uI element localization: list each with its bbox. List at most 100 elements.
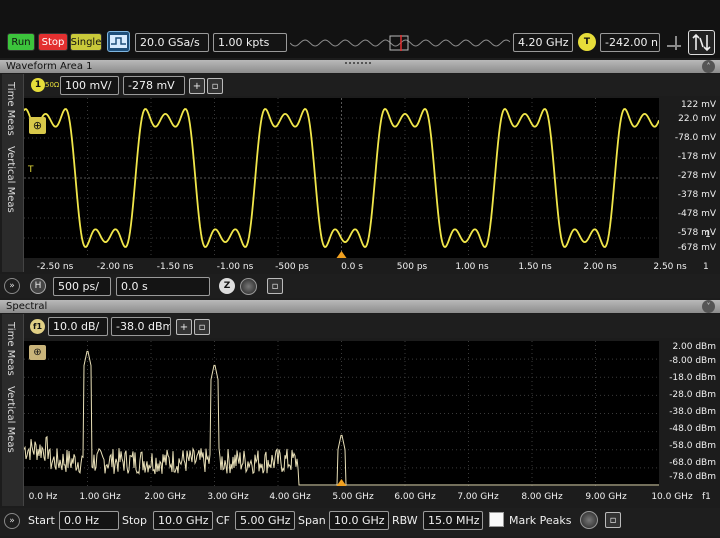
span-label: Span: [298, 514, 326, 527]
single-button[interactable]: Single: [70, 33, 102, 51]
span-field[interactable]: 10.0 GHz: [329, 511, 389, 530]
waveform-x-unit: 1: [703, 262, 709, 272]
horizontal-scale-field[interactable]: 500 ps/: [53, 277, 111, 296]
spectral-side-tabs[interactable]: Time Meas Vertical Meas: [2, 314, 24, 506]
waveform-right-marker: 1: [705, 230, 711, 240]
waveform-y-label: -678 mV: [677, 243, 716, 253]
trigger-level-marker: T: [28, 165, 34, 175]
horizontal-note-icon[interactable]: ▫: [267, 278, 283, 294]
expand-spectral-panels-icon[interactable]: »: [4, 513, 20, 529]
frequency-field[interactable]: 4.20 GHz: [513, 33, 573, 52]
spectral-vertical-scale-field[interactable]: 10.0 dB/: [48, 317, 108, 336]
rbw-label: RBW: [392, 514, 418, 527]
waveform-area-title: Waveform Area 1: [6, 61, 93, 72]
waveform-side-tab-time-meas[interactable]: Time Meas: [5, 82, 16, 136]
function-1-icon[interactable]: f1: [30, 319, 45, 334]
waveform-y-label: -478 mV: [677, 209, 716, 219]
spectral-y-label: -8.00 dBm: [669, 356, 716, 366]
spectral-x-label: 10.0 GHz: [651, 492, 693, 502]
expand-panels-icon[interactable]: »: [4, 278, 20, 294]
waveform-x-label: 500 ps: [396, 262, 428, 272]
spectral-y-label: -78.0 dBm: [669, 472, 716, 482]
waveform-y-label: -278 mV: [677, 171, 716, 181]
spectral-y-label: -38.0 dBm: [669, 407, 716, 417]
trigger-icon[interactable]: T: [578, 33, 596, 51]
stop-button[interactable]: Stop: [38, 33, 68, 51]
waveform-plot[interactable]: [23, 98, 660, 258]
trigger-mode-icon[interactable]: [688, 30, 715, 55]
spectral-y-label: -18.0 dBm: [669, 373, 716, 383]
spectral-x-label: 0.0 Hz: [28, 492, 58, 502]
spectral-y-label: -48.0 dBm: [669, 424, 716, 434]
waveform-x-label: 0.0 s: [341, 262, 363, 272]
autoscale-icon[interactable]: [107, 31, 130, 52]
waveform-x-label: 1.00 ns: [455, 262, 489, 272]
spectrum-trace: [23, 350, 659, 486]
waveform-x-label: -1.50 ns: [156, 262, 194, 272]
cf-label: CF: [216, 514, 231, 527]
horizontal-knob-icon[interactable]: [240, 278, 257, 295]
sample-rate-field[interactable]: 20.0 GSa/s: [135, 33, 209, 52]
stop-frequency-field[interactable]: 10.0 GHz: [153, 511, 213, 530]
mark-peaks-checkbox[interactable]: [489, 512, 504, 527]
start-label: Start: [28, 514, 55, 527]
trigger-level-field[interactable]: -242.00 n: [600, 33, 660, 52]
waveform-channel-pin-icon[interactable]: ⊕: [29, 117, 46, 134]
waveform-drag-handle-icon[interactable]: [345, 62, 371, 65]
spectral-x-label: 7.00 GHz: [457, 492, 499, 502]
spectral-x-label: 6.00 GHz: [394, 492, 436, 502]
spectral-title: Spectral: [6, 301, 48, 312]
spectral-side-tab-time-meas[interactable]: Time Meas: [5, 322, 16, 376]
trigger-position-marker: [336, 251, 347, 258]
add-measurement-icon[interactable]: +: [189, 78, 205, 94]
oscilloscope-app: Run Stop Single 20.0 GSa/s 1.00 kpts 4.2…: [0, 0, 720, 538]
spectral-x-unit: f1: [702, 492, 711, 502]
spectral-knob-icon[interactable]: [580, 511, 598, 529]
waveform-y-label: -378 mV: [677, 190, 716, 200]
waveform-x-label: 1.50 ns: [518, 262, 552, 272]
waveform-x-label: -500 ps: [275, 262, 309, 272]
spectral-side-tab-vertical-meas[interactable]: Vertical Meas: [5, 386, 16, 453]
waveform-side-tabs[interactable]: Time Meas Vertical Meas: [2, 74, 24, 272]
zoom-icon[interactable]: Z: [219, 278, 235, 294]
stop-label: Stop: [122, 514, 148, 527]
spectral-vertical-offset-field[interactable]: -38.0 dBm: [111, 317, 171, 336]
center-frequency-field[interactable]: 5.00 GHz: [235, 511, 295, 530]
spectral-pin-icon[interactable]: ⊕: [29, 345, 46, 360]
center-frequency-marker: [336, 479, 347, 486]
channel-1-icon[interactable]: 1: [31, 78, 45, 92]
record-length-field[interactable]: 1.00 kpts: [213, 33, 287, 52]
spectral-x-label: 9.00 GHz: [585, 492, 627, 502]
vertical-offset-field[interactable]: -278 mV: [123, 76, 185, 95]
waveform-y-label: 122 mV: [681, 100, 716, 110]
mark-peaks-label: Mark Peaks: [509, 514, 572, 527]
spectral-x-label: 2.00 GHz: [144, 492, 186, 502]
channel-impedance: 50Ω: [45, 81, 60, 89]
spectral-add-icon[interactable]: +: [176, 319, 192, 335]
waveform-x-label: 2.00 ns: [583, 262, 617, 272]
horizontal-badge-icon[interactable]: H: [30, 278, 46, 294]
waveform-y-label: -178 mV: [677, 152, 716, 162]
waveform-x-label: 2.50 ns: [653, 262, 687, 272]
spectral-plot[interactable]: [23, 341, 659, 486]
cursor-icon[interactable]: [664, 32, 684, 53]
spectral-settings-note-icon[interactable]: ▫: [605, 512, 621, 528]
rbw-field[interactable]: 15.0 MHz: [423, 511, 483, 530]
acquisition-overview-icon[interactable]: [289, 32, 511, 54]
waveform-x-label: -2.00 ns: [96, 262, 134, 272]
spectral-y-label: -28.0 dBm: [669, 390, 716, 400]
run-button[interactable]: Run: [7, 33, 35, 51]
spectral-x-label: 1.00 GHz: [79, 492, 121, 502]
spectral-x-label: 4.00 GHz: [269, 492, 311, 502]
spectral-title-bar[interactable]: Spectral: [0, 300, 720, 313]
start-frequency-field[interactable]: 0.0 Hz: [59, 511, 119, 530]
waveform-note-icon[interactable]: ▫: [207, 78, 223, 94]
spectral-note-icon[interactable]: ▫: [194, 319, 210, 335]
spectral-collapse-icon[interactable]: ˅: [702, 300, 715, 313]
waveform-y-label: -78.0 mV: [674, 133, 716, 143]
waveform-collapse-icon[interactable]: ˄: [702, 60, 715, 73]
horizontal-position-field[interactable]: 0.0 s: [116, 277, 210, 296]
vertical-scale-field[interactable]: 100 mV/: [60, 76, 119, 95]
waveform-side-tab-vertical-meas[interactable]: Vertical Meas: [5, 146, 16, 213]
waveform-x-label: -2.50 ns: [36, 262, 74, 272]
